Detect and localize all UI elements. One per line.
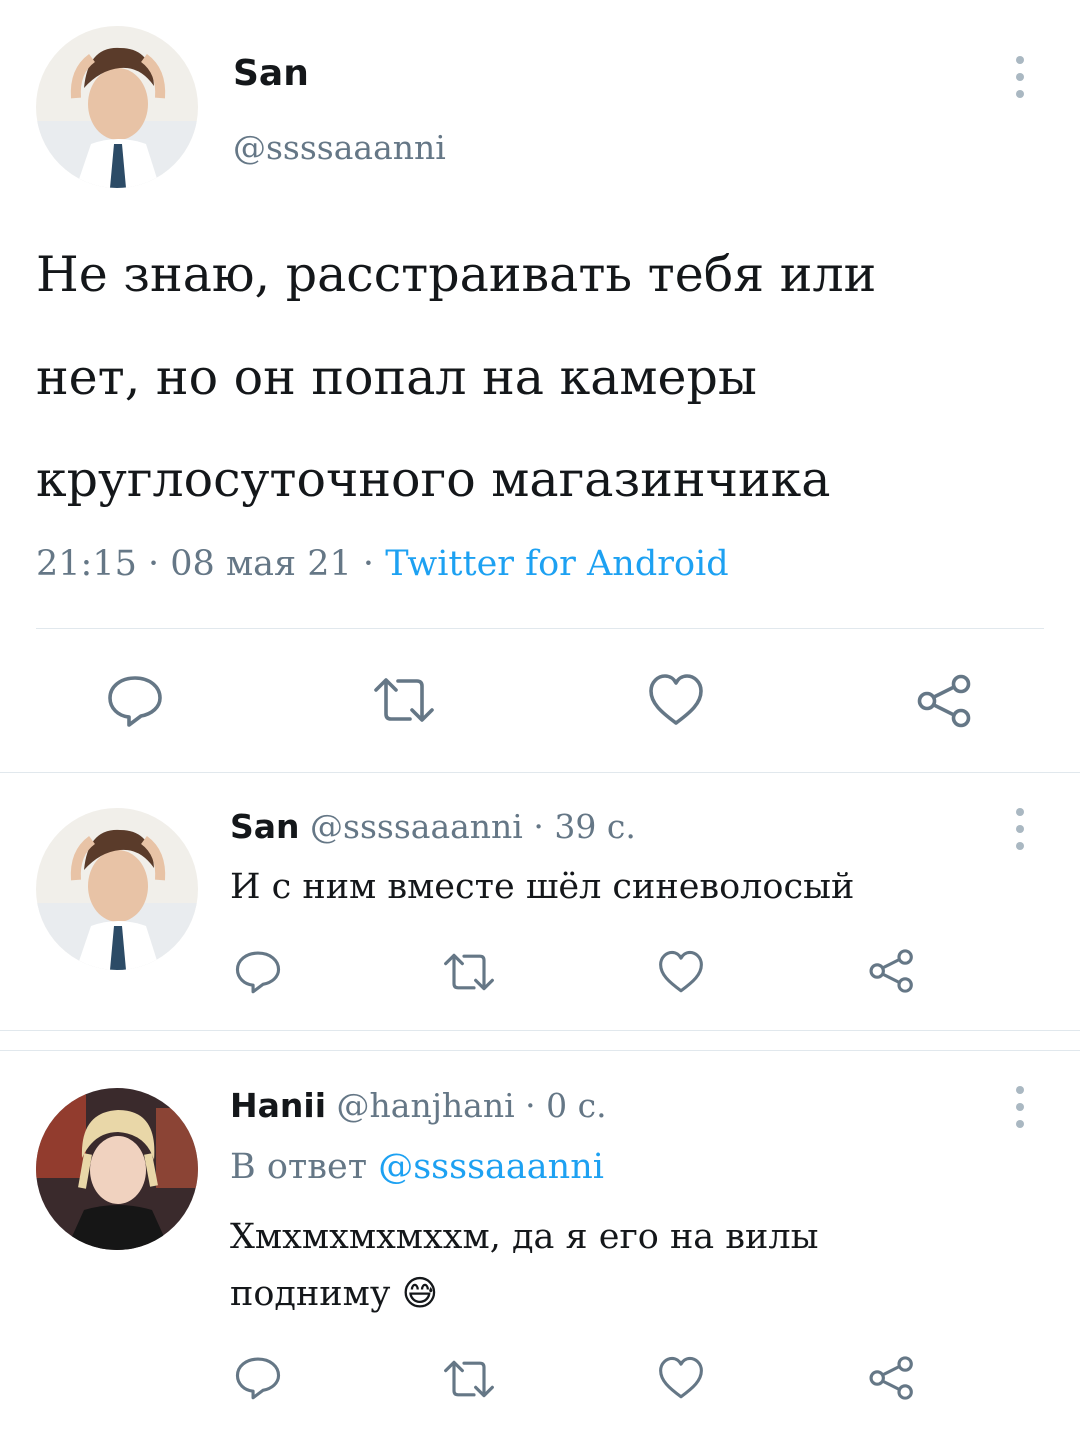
retweet-icon	[374, 678, 434, 722]
divider	[0, 772, 1080, 773]
more-vertical-icon[interactable]	[1016, 1086, 1024, 1128]
like-button[interactable]	[657, 950, 705, 994]
tweet-age[interactable]: 0 с.	[546, 1086, 606, 1125]
retweet-icon	[444, 1360, 494, 1398]
author-name[interactable]: San	[230, 807, 300, 846]
reply-text-line1: Хмхмхмхмххм, да я его на вилы	[230, 1217, 819, 1257]
author-handle[interactable]: @hanjhani	[337, 1086, 515, 1125]
reply-text-word: подниму	[230, 1274, 391, 1314]
reply-text: И с ним вместе шёл синеволосый	[230, 867, 855, 907]
share-button[interactable]	[868, 948, 916, 994]
tweet-source-link[interactable]: Twitter for Android	[385, 544, 728, 584]
retweet-button[interactable]	[372, 676, 436, 724]
avatar[interactable]	[36, 1088, 198, 1250]
divider	[36, 628, 1044, 629]
tweet-text-line3: круглосуточного магазинчика	[36, 451, 831, 508]
divider	[0, 1030, 1080, 1031]
reply-icon	[108, 676, 162, 727]
more-vertical-icon[interactable]	[1016, 808, 1024, 850]
tweet-text-line2: нет, но он попал на камеры	[36, 349, 757, 406]
reply-to-handle[interactable]: @ssssaaanni	[378, 1147, 604, 1187]
author-name[interactable]: San	[233, 54, 309, 94]
reply-header: San @ssssaaanni · 39 с.	[230, 805, 636, 849]
tweet-date: 08 мая 21	[170, 544, 352, 584]
meta-separator: ·	[525, 1086, 536, 1125]
author-handle[interactable]: @ssssaaanni	[233, 128, 446, 168]
reply-icon	[235, 1357, 281, 1400]
retweet-icon	[444, 953, 494, 991]
avatar[interactable]	[36, 808, 198, 970]
sweat-smile-emoji: 😅	[401, 1274, 439, 1314]
retweet-button[interactable]	[442, 1359, 496, 1399]
tweet-text-line1: Не знаю, расстраивать тебя или	[36, 246, 877, 303]
share-icon	[869, 949, 913, 993]
meta-separator: ·	[362, 544, 386, 584]
like-button[interactable]	[647, 673, 705, 727]
divider	[0, 1050, 1080, 1051]
heart-icon	[659, 1356, 703, 1399]
share-icon	[869, 1356, 913, 1400]
share-button[interactable]	[916, 673, 974, 729]
reply-button[interactable]	[235, 950, 281, 994]
more-vertical-icon[interactable]	[1016, 56, 1024, 98]
reply-to-label: В ответ	[230, 1147, 368, 1187]
reply-button[interactable]	[235, 1356, 281, 1400]
meta-separator: ·	[533, 807, 544, 846]
reply-icon	[235, 951, 281, 994]
tweet-meta: 21:15 · 08 мая 21 · Twitter for Android	[36, 540, 729, 588]
tweet-age[interactable]: 39 с.	[554, 807, 635, 846]
like-button[interactable]	[657, 1356, 705, 1400]
retweet-button[interactable]	[442, 952, 496, 992]
reply-text-line2: подниму 😅	[230, 1270, 438, 1318]
meta-separator: ·	[148, 544, 171, 584]
share-button[interactable]	[868, 1355, 916, 1401]
reply-button[interactable]	[107, 675, 163, 727]
heart-icon	[659, 950, 703, 993]
avatar[interactable]	[36, 26, 198, 188]
reply-header: Hanii @hanjhani · 0 с.	[230, 1084, 607, 1128]
heart-icon	[649, 674, 703, 725]
tweet-time: 21:15	[36, 544, 137, 584]
reply-to-line: В ответ @ssssaaanni	[230, 1144, 604, 1190]
author-name[interactable]: Hanii	[230, 1086, 326, 1125]
author-handle[interactable]: @ssssaaanni	[310, 807, 523, 846]
share-icon	[917, 674, 971, 728]
